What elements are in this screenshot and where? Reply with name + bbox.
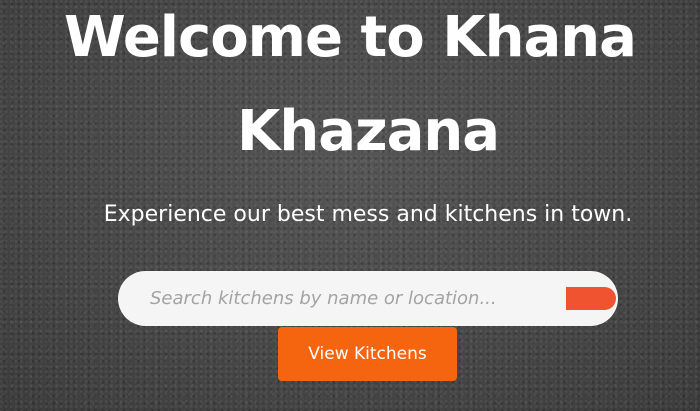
hero-tagline: Experience our best mess and kitchens in… [103, 202, 633, 227]
view-kitchens-button[interactable]: View Kitchens [278, 327, 457, 381]
hero-title-line2: Khazana [236, 99, 500, 164]
hero-section: Welcome to Khana Khazana Experience our … [0, 0, 700, 411]
search-input[interactable] [118, 271, 558, 326]
search-button[interactable] [566, 287, 616, 310]
search-bar [118, 271, 618, 326]
hero-title-line1: Welcome to Khana [64, 5, 637, 70]
